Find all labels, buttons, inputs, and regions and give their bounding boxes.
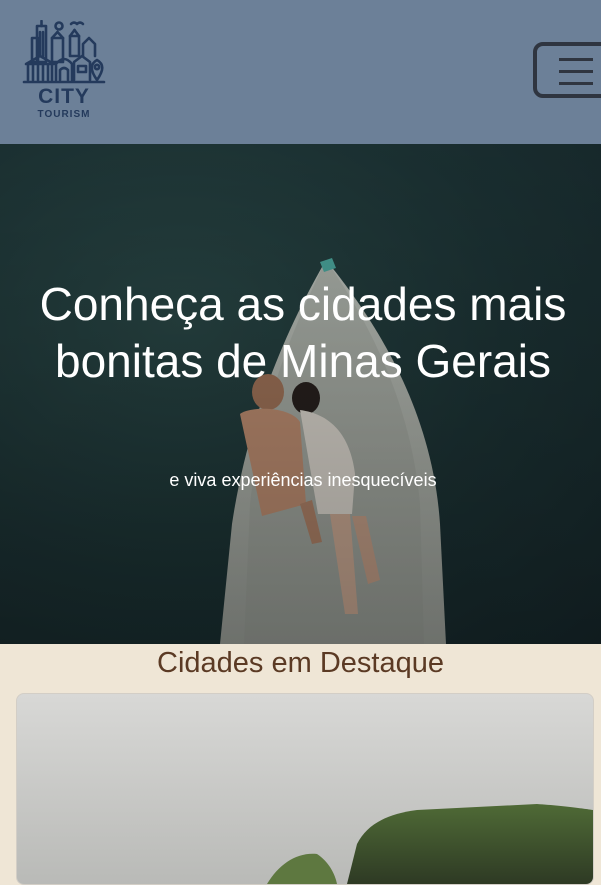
logo-wordmark-city: CITY [38, 85, 90, 108]
hero-subtitle: e viva experiências inesquecíveis [169, 470, 437, 490]
hero-background-image [0, 144, 601, 644]
logo-wordmark-tourism: TOURISM [37, 109, 91, 120]
hamburger-icon [559, 58, 593, 61]
city-card[interactable] [16, 693, 594, 885]
city-skyline-icon [22, 19, 106, 84]
hamburger-icon-bar [559, 82, 593, 85]
brand-logo-link[interactable]: CITY TOURISM [22, 19, 106, 124]
menu-toggle-button[interactable] [533, 42, 601, 98]
featured-cities-title: Cidades em Destaque [157, 647, 444, 679]
hamburger-icon-bar [559, 70, 593, 73]
hero-title: Conheça as cidades mais bonitas de Minas… [39, 278, 567, 387]
navbar: CITY TOURISM [0, 0, 601, 144]
hero-banner: Conheça as cidades mais bonitas de Minas… [0, 144, 601, 644]
city-card-image [17, 694, 593, 884]
